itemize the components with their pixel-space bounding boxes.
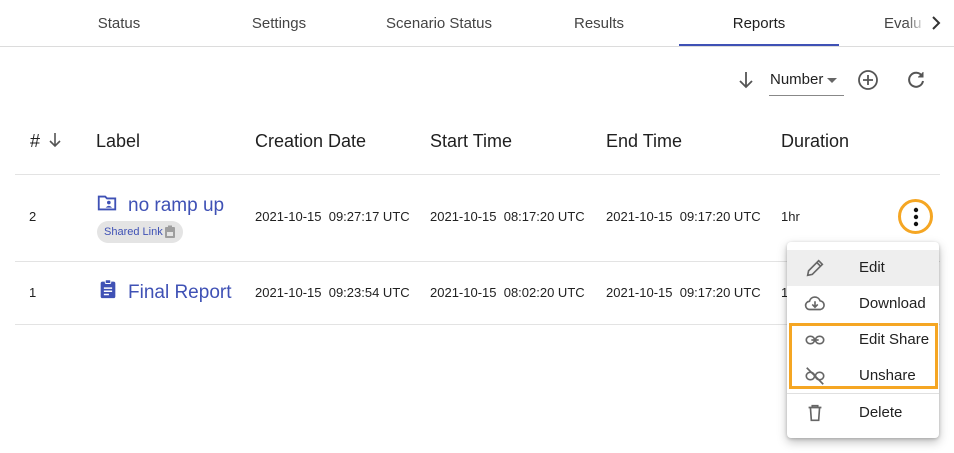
tab-status[interactable]: Status	[59, 0, 179, 46]
tab-settings[interactable]: Settings	[219, 0, 339, 46]
add-report-button[interactable]	[856, 68, 880, 92]
menu-item-edit-share[interactable]: Edit Share	[787, 322, 939, 358]
clipboard-icon	[100, 279, 116, 299]
report-label-link[interactable]: no ramp up	[128, 195, 224, 217]
menu-item-delete[interactable]: Delete	[787, 395, 939, 431]
tab-fade	[906, 0, 926, 46]
column-header-duration[interactable]: Duration	[781, 131, 849, 152]
menu-item-download[interactable]: Download	[787, 286, 939, 322]
sort-arrow-down-icon	[49, 133, 61, 148]
row-number: 1	[29, 285, 37, 300]
tab-scroll-right-button[interactable]	[926, 12, 946, 34]
arrow-down-icon	[739, 72, 753, 89]
shared-folder-icon	[97, 195, 117, 211]
tab-scenario-status[interactable]: Scenario Status	[374, 0, 504, 46]
more-vertical-icon	[913, 207, 918, 226]
header-divider	[15, 174, 940, 175]
column-header-start-time[interactable]: Start Time	[430, 131, 512, 152]
menu-item-label: Edit Share	[859, 331, 930, 348]
chevron-right-icon	[932, 16, 941, 30]
row-actions-button[interactable]	[898, 199, 933, 234]
menu-item-label: Download	[859, 295, 926, 312]
column-header-end-time[interactable]: End Time	[606, 131, 682, 152]
column-header-creation-date[interactable]: Creation Date	[255, 131, 366, 152]
sort-direction-button[interactable]	[734, 68, 758, 92]
row-actions-menu: Edit Download Edit Share Unshare Delete	[787, 242, 939, 438]
column-header-number[interactable]: #	[30, 131, 62, 152]
sort-field-value: Number	[770, 71, 824, 88]
tab-reports[interactable]: Reports	[699, 0, 819, 46]
duration-cell: 1hr	[781, 209, 800, 224]
creation-date-cell: 2021-10-15 09:27:17 UTC	[255, 209, 410, 224]
column-header-label[interactable]: Label	[96, 131, 140, 152]
refresh-icon	[908, 71, 924, 88]
trash-icon	[808, 404, 822, 422]
caret-down-icon	[827, 78, 837, 83]
menu-item-edit[interactable]: Edit	[787, 250, 939, 286]
menu-item-label: Delete	[859, 404, 903, 421]
start-time-cell: 2021-10-15 08:02:20 UTC	[430, 285, 585, 300]
menu-divider	[787, 393, 939, 394]
add-circle-icon	[858, 70, 878, 90]
refresh-button[interactable]	[904, 68, 928, 92]
clipboard-small-icon	[165, 225, 175, 238]
active-tab-indicator	[679, 44, 839, 46]
start-time-cell: 2021-10-15 08:17:20 UTC	[430, 209, 585, 224]
report-label-link[interactable]: Final Report	[128, 282, 232, 304]
end-time-cell: 2021-10-15 09:17:20 UTC	[606, 209, 761, 224]
pencil-icon	[806, 259, 824, 277]
menu-item-label: Edit	[859, 259, 885, 276]
row-number: 2	[29, 209, 37, 224]
shared-link-chip[interactable]: Shared Link	[97, 221, 183, 243]
sort-field-select[interactable]: Number	[769, 66, 844, 96]
menu-item-unshare[interactable]: Unshare	[787, 358, 939, 394]
tab-bar: Status Settings Scenario Status Results …	[0, 0, 954, 47]
link-off-icon	[805, 367, 825, 385]
tab-results[interactable]: Results	[539, 0, 659, 46]
end-time-cell: 2021-10-15 09:17:20 UTC	[606, 285, 761, 300]
cloud-download-icon	[804, 296, 825, 311]
chip-label: Shared Link	[104, 226, 163, 238]
link-icon	[805, 335, 825, 345]
menu-item-label: Unshare	[859, 367, 916, 384]
creation-date-cell: 2021-10-15 09:23:54 UTC	[255, 285, 410, 300]
